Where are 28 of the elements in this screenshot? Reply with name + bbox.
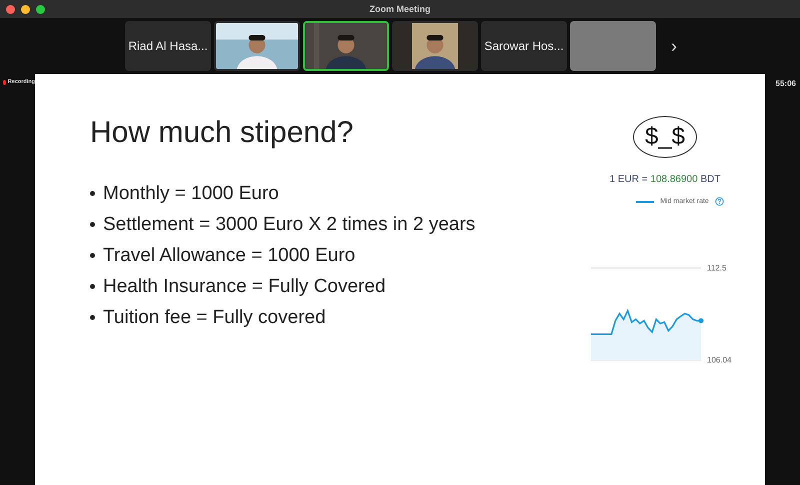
- bullet-text: Tuition fee = Fully covered: [103, 306, 326, 328]
- slide-title: How much stipend?: [90, 116, 354, 150]
- participant-tile[interactable]: Sarowar Hos...: [481, 21, 567, 71]
- axis-label: 106.04: [707, 356, 732, 364]
- bullet-text: Monthly = 1000 Euro: [103, 182, 279, 204]
- logo-ellipse: $_$: [633, 116, 697, 158]
- axis-label: 112.5: [707, 264, 726, 272]
- bullet-text: Travel Allowance = 1000 Euro: [103, 244, 356, 266]
- zoom-button[interactable]: [36, 5, 45, 14]
- legend-line-icon: [636, 200, 654, 202]
- close-button[interactable]: [6, 5, 15, 14]
- next-page-button[interactable]: ›: [663, 36, 685, 56]
- minimize-button[interactable]: [21, 5, 30, 14]
- window-title: Zoom Meeting: [370, 4, 430, 14]
- bullet-text: Health Insurance = Fully Covered: [103, 276, 386, 298]
- bullet-icon: [90, 315, 95, 320]
- exchange-rate: 1 EUR = 108.86900 BDT: [610, 174, 720, 185]
- help-icon[interactable]: [714, 197, 724, 206]
- bullet-icon: [90, 253, 95, 258]
- bullet-icon: [90, 191, 95, 196]
- end-point: [698, 318, 704, 324]
- participant-tile[interactable]: [570, 21, 656, 71]
- meeting-timer: 55:06: [776, 79, 796, 89]
- participant-tile[interactable]: Riad Al Hasa...: [125, 21, 211, 71]
- recording-dot-icon: [3, 80, 6, 84]
- bullet-icon: [90, 284, 95, 289]
- bullet-text: Settlement = 3000 Euro X 2 times in 2 years: [103, 214, 476, 236]
- bullet-icon: [90, 222, 95, 227]
